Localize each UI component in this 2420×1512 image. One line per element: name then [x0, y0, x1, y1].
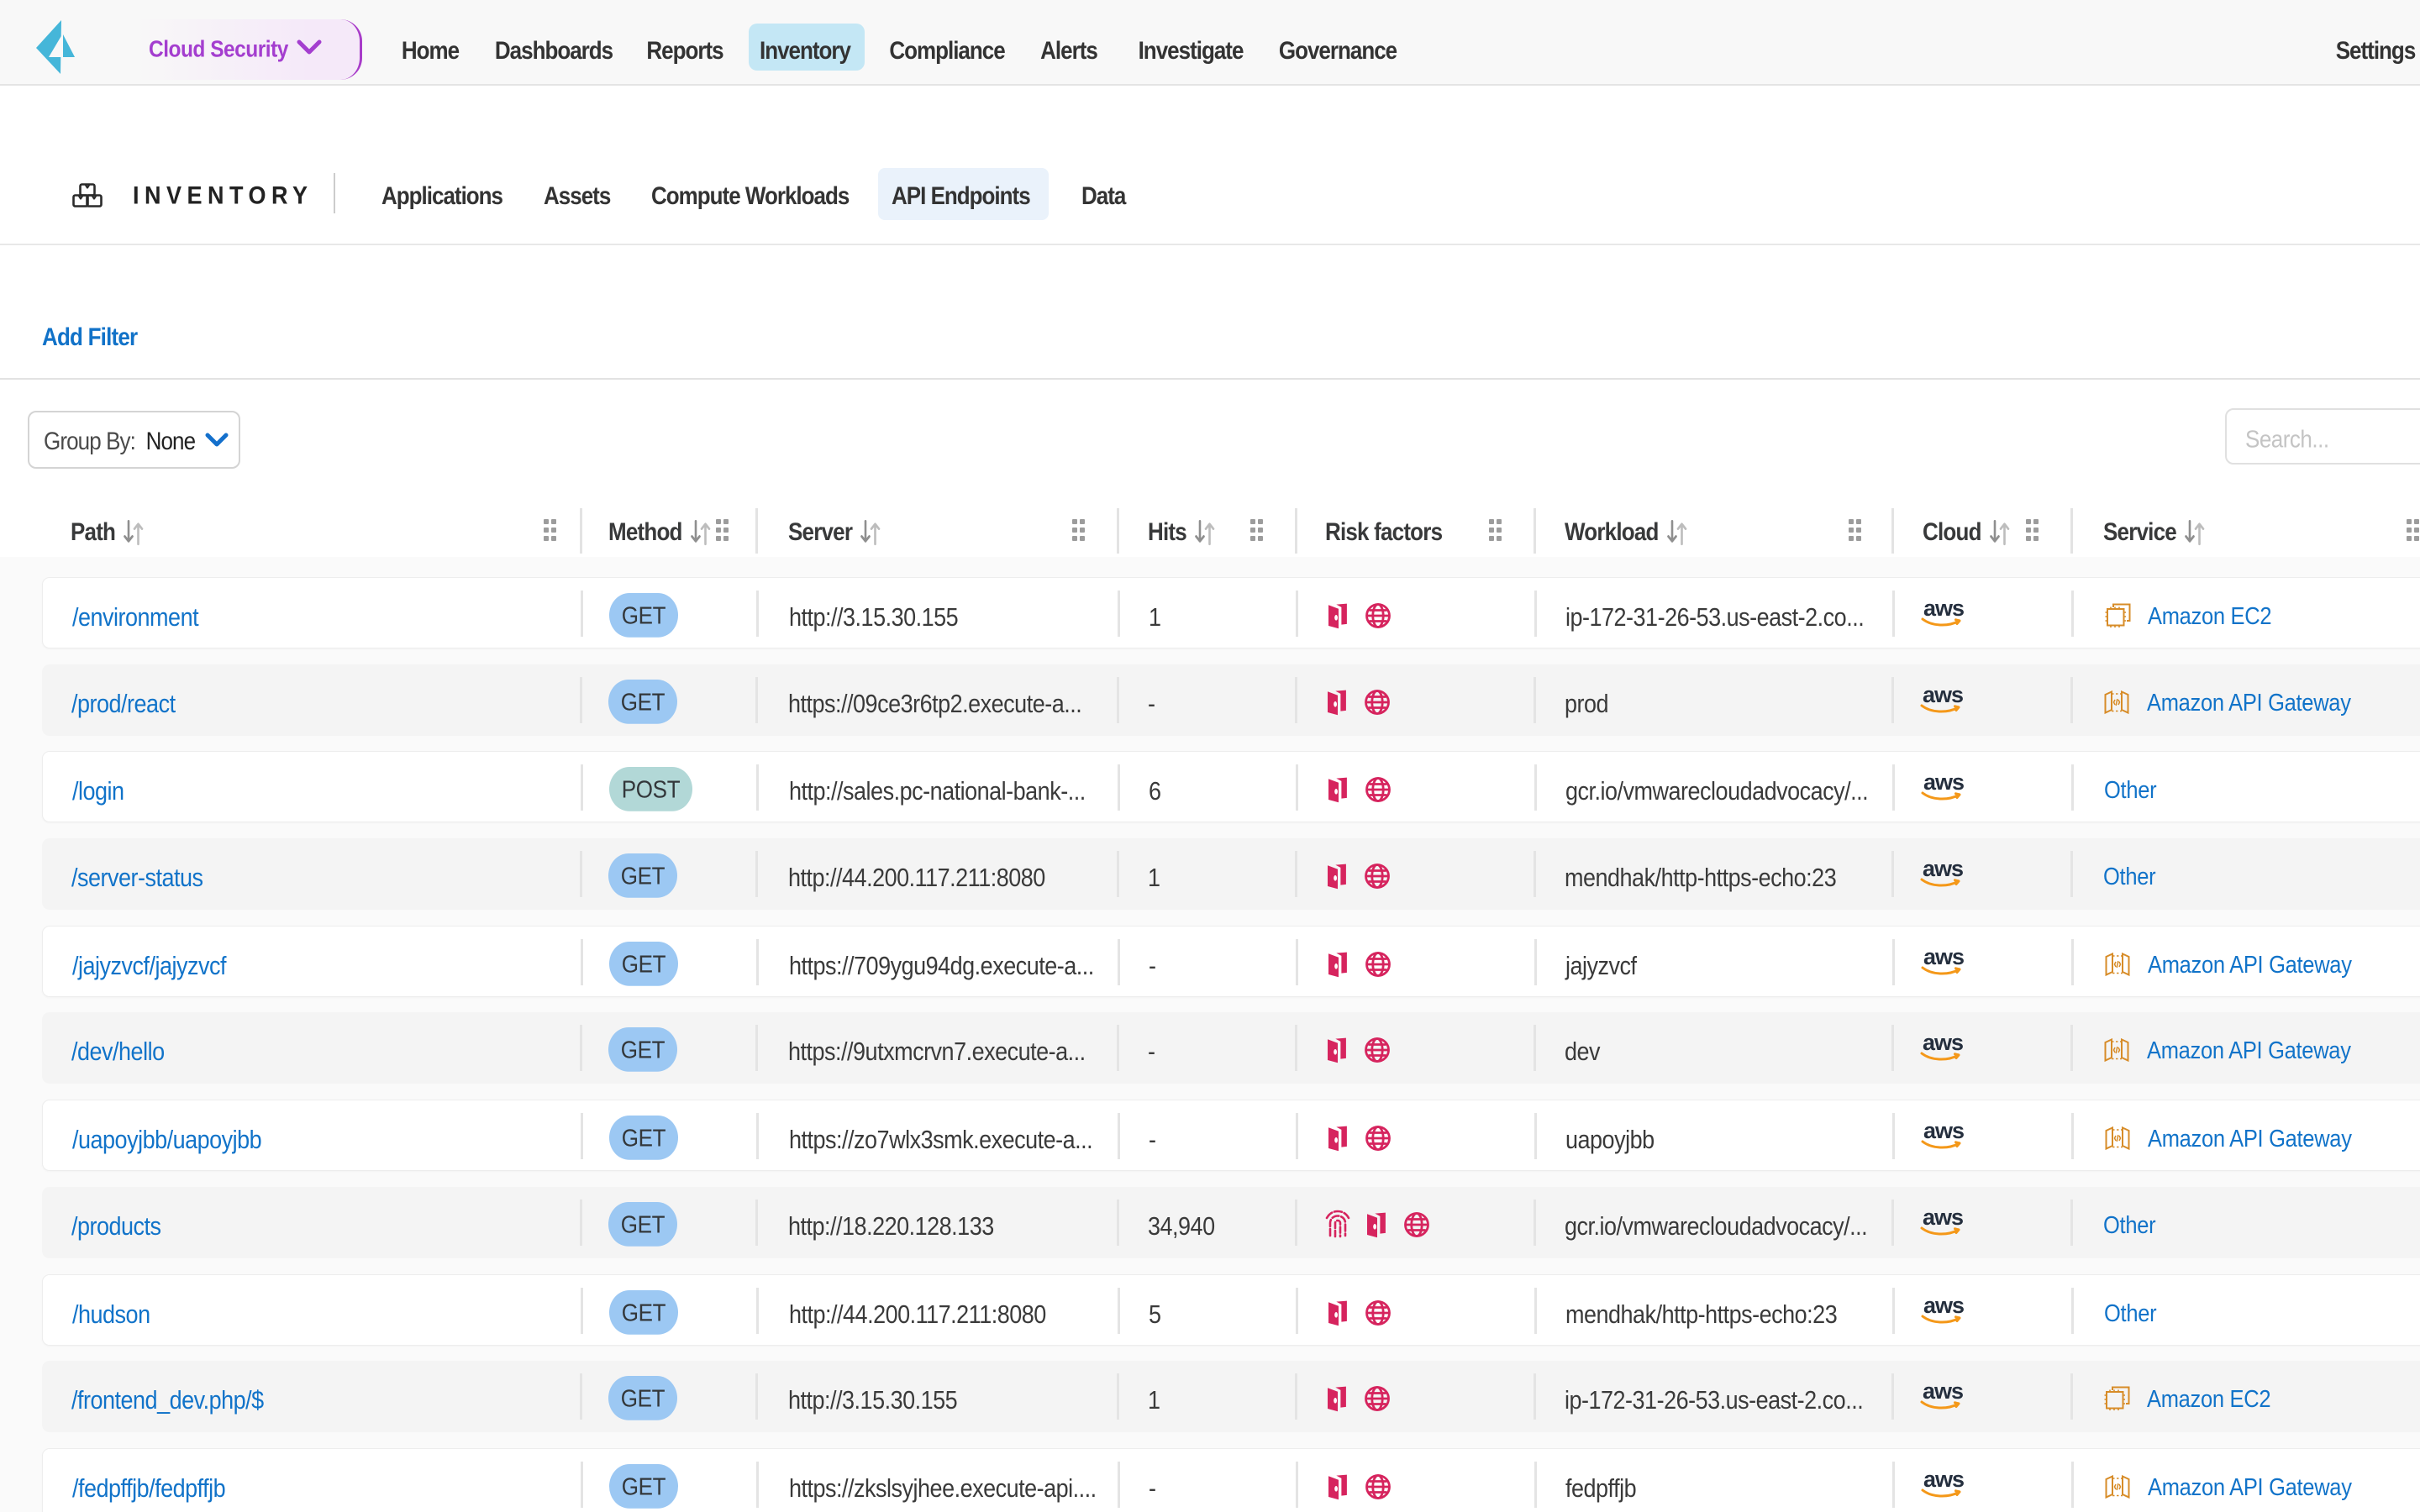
- svg-text:aws: aws: [1923, 596, 1964, 621]
- svg-text:aws: aws: [1923, 682, 1963, 707]
- svg-text:aws: aws: [1923, 944, 1964, 969]
- svg-text:aws: aws: [1923, 1118, 1964, 1143]
- svg-text:aws: aws: [1923, 1467, 1964, 1492]
- svg-text:aws: aws: [1923, 769, 1964, 795]
- svg-text:aws: aws: [1923, 1293, 1964, 1318]
- svg-text:aws: aws: [1923, 1030, 1963, 1055]
- svg-text:aws: aws: [1923, 1205, 1963, 1230]
- svg-text:aws: aws: [1923, 856, 1963, 881]
- svg-text:aws: aws: [1923, 1378, 1963, 1404]
